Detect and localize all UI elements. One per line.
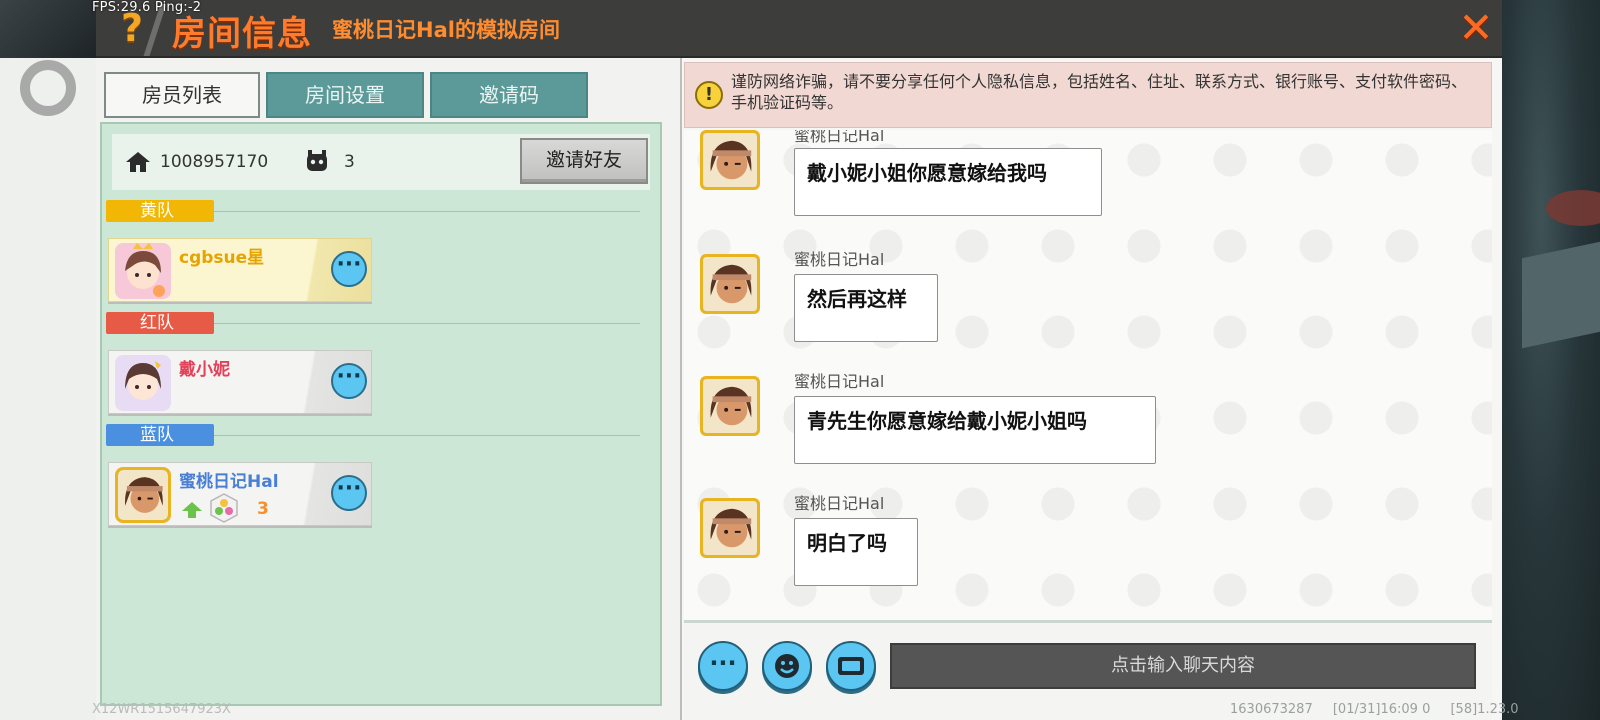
member-card-yellow[interactable]: cgbsue星 ··· [108, 238, 372, 302]
chat-more-button[interactable]: ··· [698, 641, 748, 691]
chat-sender: 蜜桃日记Hal [794, 494, 885, 513]
avatar [700, 130, 760, 190]
team-blue-label: 蓝队 [106, 424, 214, 446]
chat-bubble: 青先生你愿意嫁给戴小妮小姐吗 [794, 396, 1156, 464]
member-more-button[interactable]: ··· [331, 251, 367, 287]
footer-version: [58]1.23.0 [1450, 702, 1519, 717]
level-arrow-icon [182, 502, 202, 518]
game-backdrop-right [1502, 0, 1600, 720]
member-list: 1008957170 3 邀请好友 黄队 cgbsue星 ··· 红队 戴小妮 … [100, 122, 662, 706]
avatar [700, 498, 760, 558]
fps-readout: FPS:29.6 Ping:-2 [92, 0, 202, 15]
warning-text: 谨防网络诈骗，请不要分享任何个人隐私信息，包括姓名、住址、联系方式、银行账号、支… [731, 72, 1468, 112]
chat-messages[interactable]: 蜜桃日记Hal 戴小妮小姐你愿意嫁给我吗 蜜桃日记Hal 然后再这样 蜜桃日记H… [684, 130, 1492, 620]
tab-member-list[interactable]: 房员列表 [104, 72, 260, 118]
member-card-blue[interactable]: 蜜桃日记Hal 3 ··· [108, 462, 372, 526]
house-icon [126, 152, 150, 172]
ring-icon[interactable] [20, 60, 76, 116]
room-panel: 房员列表 房间设置 邀请码 1008957170 3 邀请好友 黄队 cgbsu… [96, 58, 1502, 720]
chat-sender: 蜜桃日记Hal [794, 250, 885, 269]
avatar [700, 254, 760, 314]
footer-info: 1630673287 [01/31]16:09 0 [58]1.23.0 [1230, 702, 1535, 717]
footer-time: [01/31]16:09 0 [1332, 702, 1431, 717]
member-name: cgbsue星 [179, 248, 265, 268]
member-more-button[interactable]: ··· [331, 363, 367, 399]
avatar [115, 467, 171, 523]
badge-icon [210, 493, 238, 523]
member-level: 3 [257, 499, 269, 519]
room-info-bar: 1008957170 3 邀请好友 [112, 134, 650, 190]
chat-pane: ! 谨防网络诈骗，请不要分享任何个人隐私信息，包括姓名、住址、联系方式、银行账号… [680, 58, 1502, 720]
member-card-red[interactable]: 戴小妮 ··· [108, 350, 372, 414]
warning-icon: ! [695, 81, 723, 109]
close-icon[interactable]: ✕ [1454, 4, 1498, 52]
keyboard-icon[interactable] [826, 641, 876, 691]
device-id: X12WR1515647923X [92, 702, 231, 717]
room-name: 蜜桃日记Hal的模拟房间 [332, 18, 560, 42]
avatar [115, 243, 171, 299]
member-name: 蜜桃日记Hal [179, 472, 279, 492]
chat-sender: 蜜桃日记Hal [794, 372, 885, 391]
room-id: 1008957170 [160, 152, 269, 172]
tab-invite-code[interactable]: 邀请码 [430, 72, 588, 118]
tab-room-settings[interactable]: 房间设置 [266, 72, 424, 118]
chat-sender: 蜜桃日记Hal [794, 130, 885, 145]
team-red-label: 红队 [106, 312, 214, 334]
player-count: 3 [344, 152, 355, 172]
chat-input[interactable]: 点击输入聊天内容 [890, 643, 1476, 689]
chat-bubble: 戴小妮小姐你愿意嫁给我吗 [794, 148, 1102, 216]
avatar [115, 355, 171, 411]
emoji-icon[interactable] [762, 641, 812, 691]
player-count-icon [307, 150, 327, 171]
avatar [700, 376, 760, 436]
member-name: 戴小妮 [179, 360, 230, 380]
member-more-button[interactable]: ··· [331, 475, 367, 511]
left-pane: 房员列表 房间设置 邀请码 1008957170 3 邀请好友 黄队 cgbsu… [96, 58, 678, 720]
team-yellow-label: 黄队 [106, 200, 214, 222]
invite-friend-button[interactable]: 邀请好友 [520, 138, 648, 184]
chat-bubble: 明白了吗 [794, 518, 918, 586]
fraud-warning: ! 谨防网络诈骗，请不要分享任何个人隐私信息，包括姓名、住址、联系方式、银行账号… [684, 62, 1492, 128]
chat-bubble: 然后再这样 [794, 274, 938, 342]
footer-uid: 1630673287 [1230, 702, 1313, 717]
